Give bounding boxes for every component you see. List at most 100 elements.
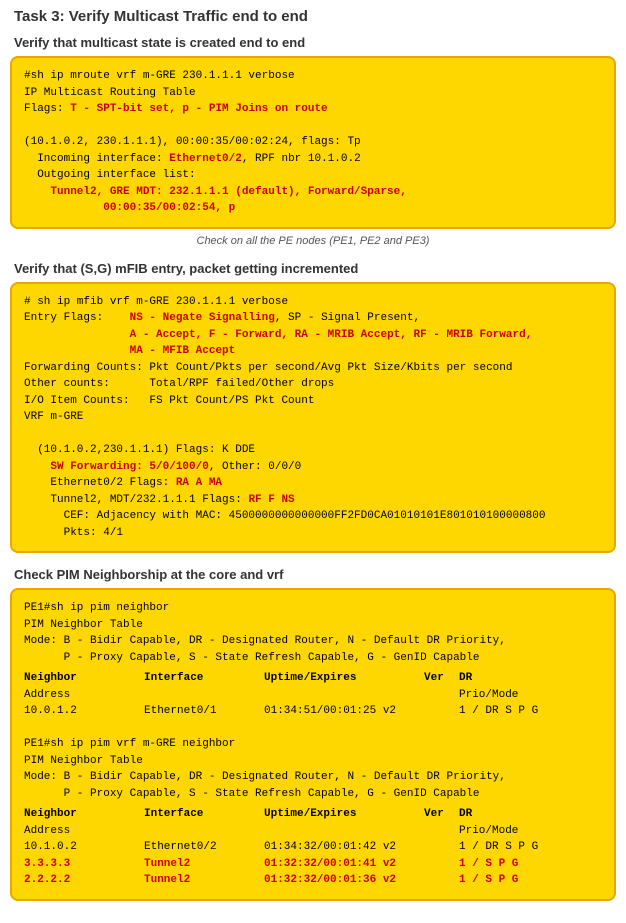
t2-r3-uptime: 01:32:32/00:01:36 v2 — [264, 872, 424, 889]
col-dr-subheader2: Prio/Mode — [459, 823, 539, 840]
red-text: NS - Negate Signalling — [130, 312, 275, 324]
col-dr-header: DR — [459, 670, 539, 687]
col-interface-subheader2 — [144, 823, 264, 840]
t2-r3-ver — [424, 872, 459, 889]
col-uptime-header: Uptime/Expires — [264, 670, 424, 687]
col-dr-subheader: Prio/Mode — [459, 687, 539, 704]
col-dr-header2: DR — [459, 806, 539, 823]
table2-row-2: 3.3.3.3 Tunnel2 01:32:32/00:01:41 v2 1 /… — [24, 856, 602, 873]
table2-row-3: 2.2.2.2 Tunnel2 01:32:32/00:01:36 v2 1 /… — [24, 872, 602, 889]
page-container: Task 3: Verify Multicast Traffic end to … — [0, 0, 626, 923]
code-line: Mode: B - Bidir Capable, DR - Designated… — [24, 769, 602, 786]
code-line: Forwarding Counts: Pkt Count/Pkts per se… — [24, 360, 602, 377]
section-2-codebox: # sh ip mfib vrf m-GRE 230.1.1.1 verbose… — [10, 282, 616, 554]
code-line: Ethernet0/2 Flags: RA A MA — [24, 475, 602, 492]
table1-row-1: 10.0.1.2 Ethernet0/1 01:34:51/00:01:25 v… — [24, 703, 602, 720]
code-line: Tunnel2, GRE MDT: 232.1.1.1 (default), F… — [24, 184, 602, 201]
t2-r3-neighbor: 2.2.2.2 — [24, 872, 144, 889]
t1-r1-interface: Ethernet0/1 — [144, 703, 264, 720]
col-ver-header2: Ver — [424, 806, 459, 823]
t1-r1-ver — [424, 703, 459, 720]
t2-r1-ver — [424, 839, 459, 856]
table2-header-row: Neighbor Interface Uptime/Expires Ver DR — [24, 806, 602, 823]
code-line: Incoming interface: Ethernet0/2, RPF nbr… — [24, 151, 602, 168]
red-text: Ethernet0/2 — [169, 153, 242, 165]
code-line: Pkts: 4/1 — [24, 525, 602, 542]
col-neighbor-header2: Neighbor — [24, 806, 144, 823]
red-text: SW Forwarding: 5/0/100/0 — [50, 461, 208, 473]
t2-r1-dr: 1 / DR S P G — [459, 839, 539, 856]
section-1-note: Check on all the PE nodes (PE1, PE2 and … — [10, 235, 616, 247]
col-ver-subheader2 — [424, 823, 459, 840]
table2-row-1: 10.1.0.2 Ethernet0/2 01:34:32/00:01:42 v… — [24, 839, 602, 856]
section-1: Verify that multicast state is created e… — [10, 35, 616, 247]
code-line: Flags: T - SPT-bit set, p - PIM Joins on… — [24, 101, 602, 118]
col-uptime-subheader — [264, 687, 424, 704]
t1-r1-uptime: 01:34:51/00:01:25 v2 — [264, 703, 424, 720]
col-interface-header2: Interface — [144, 806, 264, 823]
col-interface-header: Interface — [144, 670, 264, 687]
t2-r1-interface: Ethernet0/2 — [144, 839, 264, 856]
red-text: RA A MA — [176, 477, 222, 489]
code-line: Mode: B - Bidir Capable, DR - Designated… — [24, 633, 602, 650]
section-2: Verify that (S,G) mFIB entry, packet get… — [10, 261, 616, 554]
col-address-subheader: Address — [24, 687, 144, 704]
code-line: # sh ip mfib vrf m-GRE 230.1.1.1 verbose — [24, 294, 602, 311]
col-uptime-header2: Uptime/Expires — [264, 806, 424, 823]
code-line: I/O Item Counts: FS Pkt Count/PS Pkt Cou… — [24, 393, 602, 410]
code-line: (10.1.0.2, 230.1.1.1), 00:00:35/00:02:24… — [24, 134, 602, 151]
code-line: VRF m-GRE — [24, 409, 602, 426]
t1-r1-dr: 1 / DR S P G — [459, 703, 539, 720]
red-text: T - SPT-bit set, p - PIM Joins on route — [70, 103, 327, 115]
red-text: MA - MFIB Accept — [130, 345, 236, 357]
section-3-header: Check PIM Neighborship at the core and v… — [10, 567, 616, 582]
code-line — [24, 720, 602, 737]
section-3: Check PIM Neighborship at the core and v… — [10, 567, 616, 901]
col-neighbor-header: Neighbor — [24, 670, 144, 687]
section-3-codebox: PE1#sh ip pim neighbor PIM Neighbor Tabl… — [10, 588, 616, 901]
table1-header-row: Neighbor Interface Uptime/Expires Ver DR — [24, 670, 602, 687]
t2-r2-interface: Tunnel2 — [144, 856, 264, 873]
section-1-header: Verify that multicast state is created e… — [10, 35, 616, 50]
code-line: SW Forwarding: 5/0/100/0, Other: 0/0/0 — [24, 459, 602, 476]
code-line: Entry Flags: NS - Negate Signalling, SP … — [24, 310, 602, 327]
table2-subheader-row: Address Prio/Mode — [24, 823, 602, 840]
code-line: 00:00:35/00:02:54, p — [24, 200, 602, 217]
code-line: Tunnel2, MDT/232.1.1.1 Flags: RF F NS — [24, 492, 602, 509]
code-line: P - Proxy Capable, S - State Refresh Cap… — [24, 650, 602, 667]
col-address-subheader2: Address — [24, 823, 144, 840]
code-line: #sh ip mroute vrf m-GRE 230.1.1.1 verbos… — [24, 68, 602, 85]
col-uptime-subheader2 — [264, 823, 424, 840]
t1-r1-neighbor: 10.0.1.2 — [24, 703, 144, 720]
red-text: RF F NS — [248, 494, 294, 506]
t2-r3-dr: 1 / S P G — [459, 872, 539, 889]
code-line: PIM Neighbor Table — [24, 753, 602, 770]
section-2-header: Verify that (S,G) mFIB entry, packet get… — [10, 261, 616, 276]
t2-r2-dr: 1 / S P G — [459, 856, 539, 873]
code-line: IP Multicast Routing Table — [24, 85, 602, 102]
t2-r3-interface: Tunnel2 — [144, 872, 264, 889]
code-line: Other counts: Total/RPF failed/Other dro… — [24, 376, 602, 393]
col-interface-subheader — [144, 687, 264, 704]
red-text: A - Accept, F - Forward, RA - MRIB Accep… — [130, 329, 533, 341]
code-line: CEF: Adjacency with MAC: 450000000000000… — [24, 508, 602, 525]
code-line — [24, 118, 602, 135]
t2-r1-neighbor: 10.1.0.2 — [24, 839, 144, 856]
t2-r2-neighbor: 3.3.3.3 — [24, 856, 144, 873]
code-line: (10.1.0.2,230.1.1.1) Flags: K DDE — [24, 442, 602, 459]
code-line: A - Accept, F - Forward, RA - MRIB Accep… — [24, 327, 602, 344]
page-title: Task 3: Verify Multicast Traffic end to … — [10, 8, 616, 25]
table1-subheader-row: Address Prio/Mode — [24, 687, 602, 704]
code-line: PE1#sh ip pim neighbor — [24, 600, 602, 617]
t2-r2-uptime: 01:32:32/00:01:41 v2 — [264, 856, 424, 873]
col-ver-header: Ver — [424, 670, 459, 687]
col-ver-subheader — [424, 687, 459, 704]
code-line: PIM Neighbor Table — [24, 617, 602, 634]
t2-r2-ver — [424, 856, 459, 873]
t2-r1-uptime: 01:34:32/00:01:42 v2 — [264, 839, 424, 856]
code-line: MA - MFIB Accept — [24, 343, 602, 360]
code-line: PE1#sh ip pim vrf m-GRE neighbor — [24, 736, 602, 753]
code-line — [24, 426, 602, 443]
section-1-codebox: #sh ip mroute vrf m-GRE 230.1.1.1 verbos… — [10, 56, 616, 229]
code-line: Outgoing interface list: — [24, 167, 602, 184]
